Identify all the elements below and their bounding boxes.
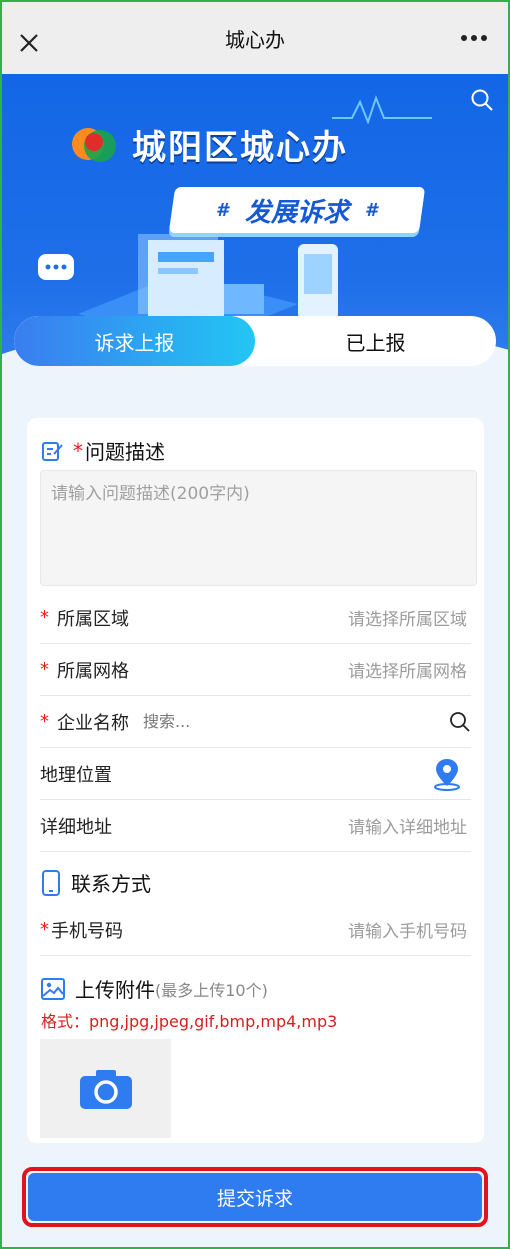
phone-field[interactable]: * 手机号码 请输入手机号码 [40,904,471,956]
location-label: 地理位置 [40,764,112,786]
hero-banner: 城阳区城心办 # 发展诉求 # [2,74,508,419]
city-logo-icon [72,127,116,162]
theme-pill-text: 发展诉求 [244,197,349,228]
location-row[interactable]: 地理位置 [40,748,471,800]
attachments-label: 上传附件 [75,978,155,1002]
grid-placeholder: 请选择所属网格 [348,662,467,682]
image-icon [41,977,65,1000]
phone-label: 手机号码 [51,920,123,942]
description-header: * 问题描述 [41,436,165,465]
camera-icon [79,1069,132,1109]
description-label: 问题描述 [85,440,165,464]
address-placeholder: 请输入详细地址 [348,818,467,838]
tab-submit-request[interactable]: 诉求上报 [14,316,255,366]
phone-placeholder: 请输入手机号码 [348,922,467,942]
upload-photo-button[interactable] [40,1039,171,1138]
brand-logo-group: 城阳区城心办 [64,120,348,169]
attachments-hint: (最多上传10个) [155,980,268,1000]
company-search-input[interactable] [143,712,449,731]
brand-title: 城阳区城心办 [132,128,348,168]
form-card: * 问题描述 * 所属区域 请选择所属区域 * 所属网格 请选择所属网格 * 企… [27,418,484,1143]
location-pin-icon[interactable] [433,757,461,791]
grid-label: 所属网格 [57,660,129,682]
tab-reported[interactable]: 已上报 [255,316,496,366]
address-field[interactable]: 详细地址 请输入详细地址 [40,800,471,852]
attachment-formats: 格式：png,jpg,jpeg,gif,bmp,mp4,mp3 [41,1012,338,1031]
search-icon[interactable] [470,88,494,112]
close-icon[interactable] [18,32,40,54]
district-select[interactable]: * 所属区域 请选择所属区域 [40,592,471,644]
district-label: 所属区域 [57,608,129,630]
contact-label: 联系方式 [71,872,151,896]
submit-highlight: 提交诉求 [22,1167,488,1227]
phone-icon [42,869,60,896]
district-placeholder: 请选择所属区域 [348,610,467,630]
page-title: 城心办 [225,27,285,52]
description-textarea[interactable] [40,470,477,586]
grid-select[interactable]: * 所属网格 请选择所属网格 [40,644,471,696]
theme-pill: # 发展诉求 # [168,187,426,233]
top-bar: 城心办 [2,2,508,74]
address-label: 详细地址 [40,816,112,838]
more-icon[interactable] [460,34,488,42]
search-icon[interactable] [449,711,471,733]
company-search-box [143,696,471,747]
submit-button[interactable]: 提交诉求 [28,1173,482,1221]
company-label: 企业名称 [57,712,129,734]
contact-header: 联系方式 [41,868,151,897]
company-row: * 企业名称 [40,696,471,748]
attachments-header: 上传附件 (最多上传10个) [41,974,268,1003]
edit-note-icon [42,441,63,461]
tab-bar: 诉求上报 已上报 [14,316,496,366]
